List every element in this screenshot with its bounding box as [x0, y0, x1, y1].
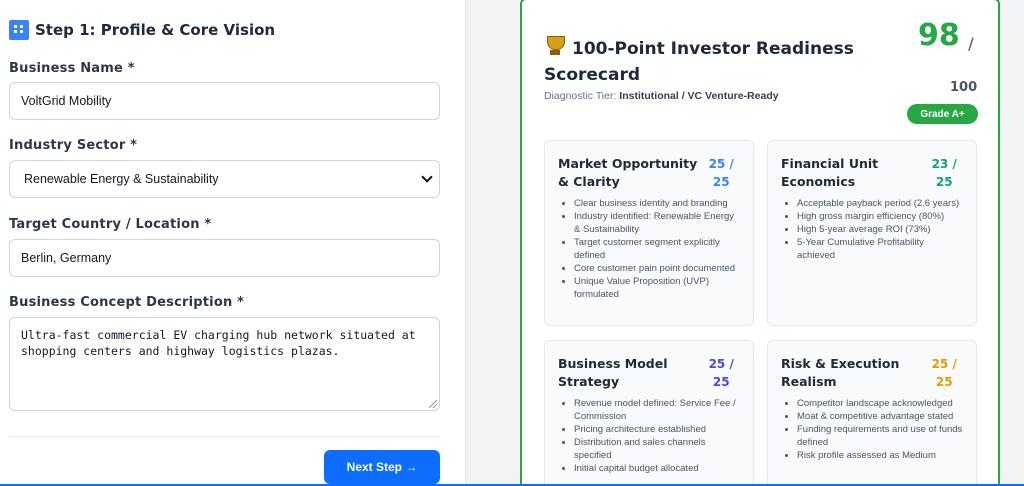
scorecard-title: 100-Point Investor Readiness Scorecard [544, 36, 864, 88]
list-item: Unique Value Proposition (UVP) formulate… [574, 275, 741, 301]
list-item: High 5-year average ROI (73%) [797, 223, 964, 236]
list-item: Funding requirements and use of funds de… [797, 423, 964, 449]
category-name: Business Model Strategy [558, 356, 668, 389]
criteria-list: Revenue model defined: Service Fee / Com… [558, 397, 741, 475]
resize-handle-icon[interactable] [429, 400, 437, 408]
list-item: Competitor landscape acknowledged [797, 397, 964, 410]
category-score: 25 / 25 [931, 357, 957, 389]
app-root: Step 1: Profile & Core Vision Business N… [0, 0, 1024, 486]
category-score: 25 / 25 [708, 157, 734, 189]
industry-sector-select[interactable]: Renewable Energy & Sustainability [9, 160, 440, 198]
tier-value: Institutional / VC Venture-Ready [619, 90, 779, 102]
category-card-risk: Risk & Execution Realism 25 / 25 Competi… [767, 340, 977, 486]
list-item: Risk profile assessed as Medium [797, 449, 964, 462]
list-item: High gross margin efficiency (80%) [797, 210, 964, 223]
profile-form-panel: Step 1: Profile & Core Vision Business N… [0, 0, 466, 486]
category-score: 25 / 25 [708, 357, 734, 389]
trophy-icon [544, 36, 566, 56]
location-value: Berlin, Germany [21, 251, 112, 265]
list-item: Initial capital budget allocated [574, 462, 741, 475]
business-name-input[interactable]: VoltGrid Mobility [9, 82, 440, 120]
building-icon [9, 20, 29, 40]
list-item: Clear business identity and branding [574, 197, 741, 210]
criteria-list: Acceptable payback period (2.6 years) Hi… [781, 197, 964, 262]
step-title-text: Step 1: Profile & Core Vision [35, 21, 276, 39]
concept-description-value: Ultra-fast commercial EV charging hub ne… [21, 328, 416, 358]
readiness-scorecard: 100-Point Investor Readiness Scorecard D… [520, 0, 1000, 486]
criteria-list: Competitor landscape acknowledged Moat &… [781, 397, 964, 462]
step-title: Step 1: Profile & Core Vision [9, 20, 275, 40]
score-max: 100 [950, 80, 978, 95]
list-item: Acceptable payback period (2.6 years) [797, 197, 964, 210]
concept-description-textarea[interactable]: Ultra-fast commercial EV charging hub ne… [9, 317, 440, 411]
list-item: Core customer pain point documented [574, 262, 741, 275]
total-score: 98 [918, 18, 960, 53]
list-item: Pricing architecture established [574, 423, 741, 436]
list-item: 5-Year Cumulative Profitability achieved [797, 236, 964, 262]
form-divider [9, 436, 440, 437]
business-name-label: Business Name * [9, 61, 135, 76]
diagnostic-tier: Diagnostic Tier: Institutional / VC Vent… [544, 90, 779, 102]
industry-sector-value: Renewable Energy & Sustainability [24, 172, 219, 186]
location-label: Target Country / Location * [9, 217, 212, 232]
list-item: Moat & competitive advantage stated [797, 410, 964, 423]
criteria-list: Clear business identity and branding Ind… [558, 197, 741, 301]
grade-badge: Grade A+ [907, 104, 978, 124]
list-item: Industry identified: Renewable Energy & … [574, 210, 741, 236]
next-step-button[interactable]: Next Step → [324, 450, 440, 484]
category-name: Financial Unit Economics [781, 156, 879, 189]
chevron-down-icon [421, 171, 433, 183]
category-name: Risk & Execution Realism [781, 356, 900, 389]
category-score: 23 / 25 [931, 157, 957, 189]
concept-description-label: Business Concept Description * [9, 295, 245, 310]
list-item: Target customer segment explicitly defin… [574, 236, 741, 262]
tier-label: Diagnostic Tier: [544, 90, 617, 102]
list-item: Distribution and sales channels specifie… [574, 436, 741, 462]
score-slash: / [968, 34, 974, 53]
scorecard-title-text: 100-Point Investor Readiness Scorecard [544, 39, 854, 85]
category-card-market: Market Opportunity & Clarity 25 / 25 Cle… [544, 140, 754, 326]
location-input[interactable]: Berlin, Germany [9, 239, 440, 277]
list-item: Revenue model defined: Service Fee / Com… [574, 397, 741, 423]
industry-sector-label: Industry Sector * [9, 138, 138, 153]
category-name: Market Opportunity & Clarity [558, 156, 698, 189]
category-card-financial: Financial Unit Economics 23 / 25 Accepta… [767, 140, 977, 326]
business-name-value: VoltGrid Mobility [21, 94, 112, 108]
category-card-business-model: Business Model Strategy 25 / 25 Revenue … [544, 340, 754, 486]
